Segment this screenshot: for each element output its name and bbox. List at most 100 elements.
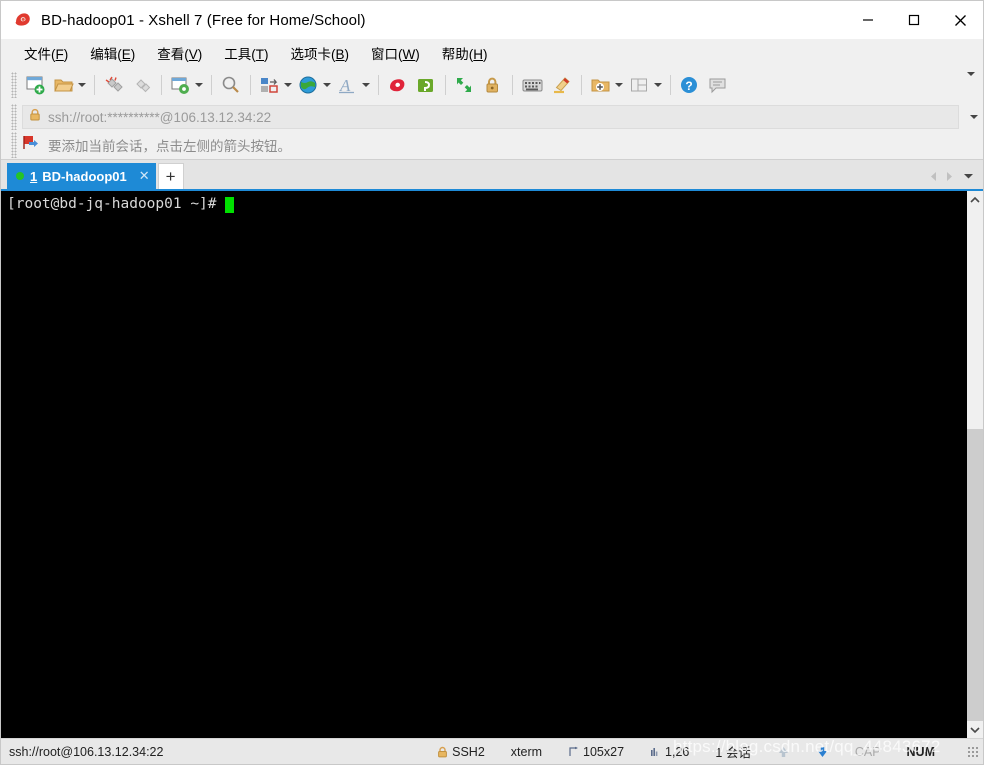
find-button[interactable] — [217, 70, 245, 100]
menu-label-tabs: 选项卡( — [290, 47, 336, 62]
lock-button[interactable] — [479, 70, 507, 100]
menu-label-view: 查看( — [157, 47, 189, 62]
address-dropdown-button[interactable] — [961, 105, 983, 129]
chevron-down-icon[interactable] — [967, 72, 975, 93]
scrollbar-up-button[interactable] — [967, 191, 983, 208]
status-cursor-pos: 1,26 — [650, 745, 689, 759]
terminal-scrollbar[interactable] — [966, 191, 983, 738]
disconnect-button[interactable] — [100, 70, 128, 100]
menu-key-help: H — [473, 47, 484, 62]
toolbar-separator — [94, 75, 95, 95]
xftp-button[interactable] — [412, 70, 440, 100]
new-session-button[interactable] — [22, 70, 50, 100]
menu-key-edit: E — [121, 47, 131, 62]
chevron-down-icon[interactable] — [78, 83, 86, 87]
menu-label-help: 帮助( — [441, 47, 474, 62]
address-input[interactable]: ssh://root:**********@106.13.12.34:22 — [22, 105, 959, 129]
menu-paren-tabs: ) — [344, 47, 350, 62]
status-term-type-label: xterm — [510, 744, 543, 759]
resize-grip[interactable] — [967, 745, 979, 758]
menu-paren-help: ) — [483, 47, 488, 62]
menu-label-file: 文件( — [24, 47, 56, 62]
status-transfer-down-icon — [816, 745, 829, 759]
menu-item-help[interactable]: 帮助(H) — [433, 39, 497, 67]
tab-list-dropdown-icon[interactable] — [957, 167, 979, 185]
terminal-prompt-line: [root@bd-jq-hadoop01 ~]# — [7, 195, 966, 214]
open-session-button[interactable] — [50, 70, 89, 100]
terminal-screen[interactable]: [root@bd-jq-hadoop01 ~]# — [1, 191, 966, 738]
status-sessions: 1 会话 — [715, 742, 750, 761]
split-view-button[interactable] — [626, 70, 665, 100]
menu-item-tabs[interactable]: 选项卡(B) — [282, 39, 359, 67]
tab-scroll-left-icon[interactable] — [925, 167, 941, 185]
menu-item-tools[interactable]: 工具(T) — [215, 39, 277, 67]
chevron-down-icon[interactable] — [615, 83, 623, 87]
chevron-down-icon[interactable] — [969, 115, 978, 119]
tab-scroll-right-icon[interactable] — [941, 167, 957, 185]
size-icon — [568, 746, 579, 758]
scrollbar-track[interactable] — [967, 208, 983, 721]
chevron-down-icon[interactable] — [654, 83, 662, 87]
status-num-lock-label: NUM — [906, 744, 935, 759]
new-tab-button[interactable]: + — [157, 163, 184, 189]
menu-item-window[interactable]: 窗口(W) — [362, 39, 429, 67]
menu-item-view[interactable]: 查看(V) — [148, 39, 211, 67]
session-properties-button[interactable] — [167, 70, 206, 100]
keyboard-button[interactable] — [518, 70, 548, 100]
chevron-down-icon[interactable] — [284, 83, 292, 87]
terminal-area: [root@bd-jq-hadoop01 ~]# — [1, 189, 983, 738]
status-term-size: 105x27 — [568, 745, 624, 759]
menu-key-tools: T — [255, 47, 265, 62]
watermark: https://blog.csdn.net/qq_44843672 — [673, 737, 941, 756]
toolbar-separator — [581, 75, 582, 95]
lock-icon — [29, 108, 41, 126]
minimize-button[interactable] — [845, 1, 891, 39]
status-sessions-label: 1 会话 — [715, 746, 751, 760]
reconnect-button[interactable] — [128, 70, 156, 100]
status-protocol: SSH2 — [437, 745, 485, 759]
tab-bd-hadoop01[interactable]: 1 BD-hadoop01 ✕ — [7, 163, 156, 189]
toolbar-grip[interactable] — [11, 72, 17, 98]
new-folder-button[interactable] — [587, 70, 626, 100]
menu-paren-view: ) — [197, 47, 203, 62]
maximize-button[interactable] — [891, 1, 937, 39]
menu-key-window: W — [402, 47, 416, 62]
menu-item-edit[interactable]: 编辑(E) — [81, 39, 144, 67]
close-button[interactable] — [937, 1, 983, 39]
menu-item-file[interactable]: 文件(F) — [15, 39, 77, 67]
menu-key-view: V — [188, 47, 198, 62]
globe-transfer-button[interactable] — [295, 70, 334, 100]
status-cursor-pos-label: 1,26 — [665, 744, 690, 759]
menu-paren-tools: ) — [264, 47, 269, 62]
terminal-prompt: [root@bd-jq-hadoop01 ~]# — [7, 196, 217, 212]
tab-close-icon[interactable]: ✕ — [139, 168, 150, 184]
chevron-down-icon[interactable] — [195, 83, 203, 87]
title-bar: BD-hadoop01 - Xshell 7 (Free for Home/Sc… — [1, 1, 983, 39]
chevron-down-icon[interactable] — [323, 83, 331, 87]
window-controls — [845, 1, 983, 39]
address-bar-grip[interactable] — [11, 104, 17, 130]
chat-button[interactable] — [704, 70, 732, 100]
xshell-shell-logo-icon — [13, 10, 33, 30]
add-to-favorites-flag-icon[interactable] — [22, 134, 40, 156]
font-button[interactable]: A — [334, 70, 373, 100]
scrollbar-thumb[interactable] — [967, 428, 983, 721]
layout-arrange-button[interactable] — [256, 70, 295, 100]
toolbar-overflow-button[interactable] — [964, 72, 975, 94]
tab-status-dot-icon — [16, 172, 24, 180]
chevron-down-icon[interactable] — [362, 83, 370, 87]
window-title: BD-hadoop01 - Xshell 7 (Free for Home/Sc… — [41, 11, 366, 29]
help-button[interactable]: ? — [676, 70, 704, 100]
fullscreen-button[interactable] — [451, 70, 479, 100]
scrollbar-down-button[interactable] — [967, 721, 983, 738]
notification-message: 要添加当前会话，点击左侧的箭头按钮。 — [48, 139, 291, 154]
tab-index: 1 — [30, 168, 38, 184]
toolbar-separator — [211, 75, 212, 95]
xshell-logo-button[interactable] — [384, 70, 412, 100]
toolbar-separator — [670, 75, 671, 95]
status-caps-lock-label: CAP — [854, 744, 881, 759]
position-icon — [650, 746, 661, 758]
notification-bar-grip[interactable] — [11, 132, 17, 158]
status-term-type: xterm — [511, 745, 542, 759]
highlighter-button[interactable] — [548, 70, 576, 100]
